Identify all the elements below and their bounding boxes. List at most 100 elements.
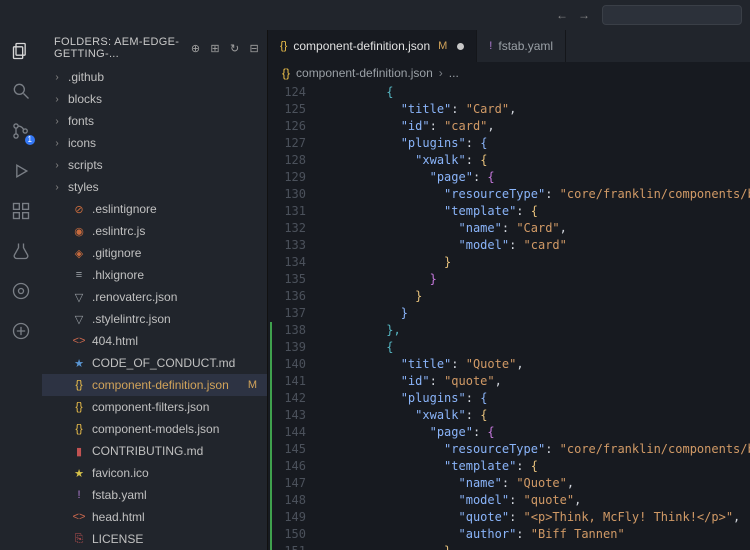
code-line[interactable]: "title": "Card",: [314, 101, 744, 118]
breadcrumb[interactable]: {} component-definition.json › ...: [268, 62, 750, 84]
debug-icon[interactable]: [10, 160, 32, 182]
file-item[interactable]: ◈.gitignore: [42, 242, 267, 264]
code-line[interactable]: "id": "card",: [314, 118, 744, 135]
file-tree[interactable]: ›.github›blocks›fonts›icons›scripts›styl…: [42, 66, 267, 550]
file-type-icon: ≡: [72, 269, 86, 281]
line-number: 148: [268, 492, 306, 509]
collapse-icon[interactable]: ⊟: [249, 42, 259, 55]
breadcrumb-more[interactable]: ...: [449, 66, 459, 80]
file-item[interactable]: {}component-definition.jsonM: [42, 374, 267, 396]
breadcrumb-file[interactable]: component-definition.json: [296, 66, 433, 80]
test-icon[interactable]: [10, 240, 32, 262]
code-line[interactable]: "xwalk": {: [314, 152, 744, 169]
file-label: fstab.yaml: [92, 488, 147, 502]
file-item[interactable]: ▽.stylelintrc.json: [42, 308, 267, 330]
chevron-right-icon: ›: [52, 94, 62, 105]
folder-label: styles: [68, 180, 99, 194]
editor-tab[interactable]: {}component-definition.jsonM: [268, 30, 477, 62]
code-line[interactable]: }: [314, 271, 744, 288]
file-item[interactable]: ◉.eslintrc.js: [42, 220, 267, 242]
code-line[interactable]: },: [314, 322, 744, 339]
line-number: 145: [268, 441, 306, 458]
code-line[interactable]: "resourceType": "core/franklin/component…: [314, 441, 744, 458]
scm-icon[interactable]: 1: [10, 120, 32, 142]
code-line[interactable]: "template": {: [314, 203, 744, 220]
line-number: 130: [268, 186, 306, 203]
line-number: 141: [268, 373, 306, 390]
line-number: 129: [268, 169, 306, 186]
file-label: head.html: [92, 510, 145, 524]
editor-tab[interactable]: !fstab.yaml: [477, 30, 566, 62]
line-number: 146: [268, 458, 306, 475]
code-line[interactable]: "model": "card": [314, 237, 744, 254]
code-line[interactable]: "plugins": {: [314, 390, 744, 407]
code-line[interactable]: "author": "Biff Tannen": [314, 526, 744, 543]
file-type-icon: <>: [72, 511, 86, 523]
code-line[interactable]: }: [314, 543, 744, 550]
nav-forward-icon[interactable]: →: [578, 8, 590, 22]
new-folder-icon[interactable]: ⊞: [210, 42, 220, 55]
file-item[interactable]: <> head.html: [42, 506, 267, 528]
code-line[interactable]: "id": "quote",: [314, 373, 744, 390]
file-type-icon: ◉: [72, 225, 86, 238]
file-item[interactable]: ▮CONTRIBUTING.md: [42, 440, 267, 462]
file-item[interactable]: !fstab.yaml: [42, 484, 267, 506]
command-center-search[interactable]: [602, 5, 742, 25]
file-type-icon: ▽: [72, 291, 86, 304]
code-line[interactable]: {: [314, 339, 744, 356]
file-item[interactable]: ⊘.eslintignore: [42, 198, 267, 220]
code-line[interactable]: "title": "Quote",: [314, 356, 744, 373]
refresh-icon[interactable]: ↻: [230, 42, 240, 55]
extensions-icon[interactable]: [10, 200, 32, 222]
file-type-icon: ◈: [72, 247, 86, 260]
folder-item[interactable]: ›blocks: [42, 88, 267, 110]
file-label: LICENSE: [92, 532, 143, 546]
remote-icon[interactable]: [10, 280, 32, 302]
file-item[interactable]: {}component-models.json: [42, 418, 267, 440]
file-label: CONTRIBUTING.md: [92, 444, 203, 458]
folder-item[interactable]: ›icons: [42, 132, 267, 154]
code-line[interactable]: }: [314, 288, 744, 305]
code-line[interactable]: "name": "Quote",: [314, 475, 744, 492]
code-line[interactable]: "template": {: [314, 458, 744, 475]
line-number-gutter: 1241251261271281291301311321331341351361…: [268, 84, 314, 550]
file-type-icon: {}: [280, 40, 287, 52]
code-content[interactable]: { "title": "Card", "id": "card", "plugin…: [314, 84, 750, 550]
code-line[interactable]: "xwalk": {: [314, 407, 744, 424]
folder-item[interactable]: ›styles: [42, 176, 267, 198]
file-item[interactable]: ▽ .renovaterc.json: [42, 286, 267, 308]
search-icon[interactable]: [10, 80, 32, 102]
spark-icon[interactable]: [10, 320, 32, 342]
code-line[interactable]: "page": {: [314, 169, 744, 186]
line-number: 151: [268, 543, 306, 550]
folder-item[interactable]: ›.github: [42, 66, 267, 88]
file-label: .renovaterc.json: [92, 290, 177, 304]
modified-indicator: M: [438, 40, 447, 52]
files-icon[interactable]: [10, 40, 32, 62]
new-file-icon[interactable]: ⊕: [191, 42, 201, 55]
file-item[interactable]: ★CODE_OF_CONDUCT.md: [42, 352, 267, 374]
file-item[interactable]: <>404.html: [42, 330, 267, 352]
code-editor[interactable]: 1241251261271281291301311321331341351361…: [268, 84, 750, 550]
code-line[interactable]: "resourceType": "core/franklin/component…: [314, 186, 744, 203]
folder-item[interactable]: ›scripts: [42, 154, 267, 176]
file-label: favicon.ico: [92, 466, 149, 480]
file-item[interactable]: {}component-filters.json: [42, 396, 267, 418]
code-line[interactable]: "page": {: [314, 424, 744, 441]
activity-bar: 1: [0, 30, 42, 550]
code-line[interactable]: }: [314, 254, 744, 271]
chevron-right-icon: ›: [52, 160, 62, 171]
folder-item[interactable]: ›fonts: [42, 110, 267, 132]
code-line[interactable]: "name": "Card",: [314, 220, 744, 237]
code-line[interactable]: }: [314, 305, 744, 322]
code-line[interactable]: {: [314, 84, 744, 101]
code-line[interactable]: "plugins": {: [314, 135, 744, 152]
file-item[interactable]: ★favicon.ico: [42, 462, 267, 484]
nav-back-icon[interactable]: ←: [556, 8, 568, 22]
line-number: 128: [268, 152, 306, 169]
file-item[interactable]: ⎘LICENSE: [42, 528, 267, 550]
file-item[interactable]: ≡.hlxignore: [42, 264, 267, 286]
code-line[interactable]: "quote": "<p>Think, McFly! Think!</p>",: [314, 509, 744, 526]
file-label: .stylelintrc.json: [92, 312, 171, 326]
code-line[interactable]: "model": "quote",: [314, 492, 744, 509]
